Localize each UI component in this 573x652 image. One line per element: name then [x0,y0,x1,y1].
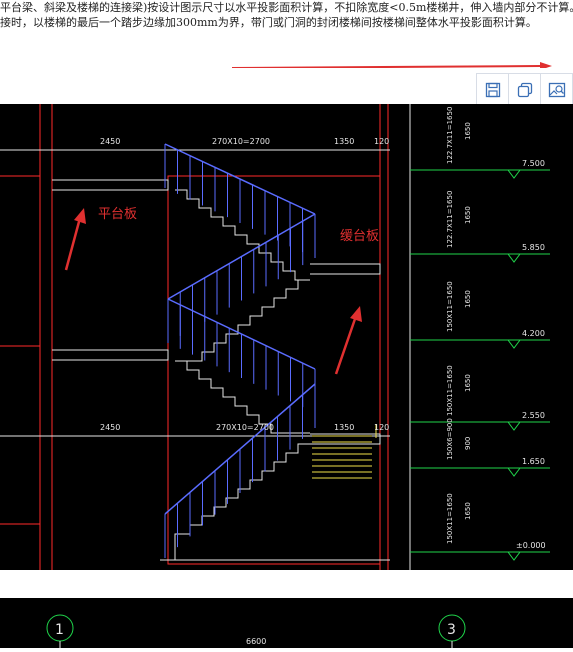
elevation-4: 2.550 [522,411,545,420]
copy-icon [517,82,532,97]
dimension-texts-top: 2450 270X10=2700 1350 120 [100,137,389,146]
vdim-4: 1650 [464,206,472,224]
dim-mid-1: 2450 [100,423,120,432]
label-platform-slab: 平台板 [98,207,137,222]
vertical-dimensions: 122.7X11=1650 1650 122.7X11=1650 1650 15… [446,107,472,544]
image-toolbar [476,73,573,107]
stair-section-drawing: 2450 270X10=2700 1350 120 2450 270X10=27… [0,104,573,570]
vdim-5: 150X11=1650 [446,281,454,332]
label-landing-slab: 缓台板 [340,229,379,244]
save-icon [485,82,500,97]
vdim-3: 122.7X11=1650 [446,191,454,248]
elevation-labels: 7.500 5.850 4.200 2.550 1.650 ±0.000 [516,159,546,550]
elevation-6: ±0.000 [516,541,546,550]
separator [0,570,573,598]
vdim-1: 122.7X11=1650 [446,107,454,164]
elevation-1: 7.500 [522,159,545,168]
dim-mid-3: 1350 [334,423,354,432]
dim-top-3: 1350 [334,137,354,146]
stair-railings [164,143,316,558]
vdim-12: 1650 [464,502,472,520]
axis-label-1: 1 [55,622,64,638]
axis-label-3: 3 [447,622,456,638]
image-icon [548,82,565,97]
elevation-markers [410,169,550,561]
vdim-7: 150X11=1650 [446,365,454,416]
dim-top-4: 120 [374,137,389,146]
elevation-2: 5.850 [522,243,545,252]
wall-lines [0,104,389,570]
vdim-9: 150X6=900 [446,418,454,460]
dim-mid-2: 270X10=2700 [216,423,274,432]
image-search-button[interactable] [540,74,572,105]
vdim-10: 900 [464,437,472,450]
dimension-texts-mid: 2450 270X10=2700 1350 120 [100,423,389,432]
copy-button[interactable] [508,74,540,105]
dim-top-2: 270X10=2700 [212,137,270,146]
vdim-8: 1650 [464,374,472,392]
red-underline-annotation [231,62,552,68]
dim-mid-4: 120 [374,423,389,432]
save-button[interactable] [477,74,508,105]
yellow-steps [312,424,377,479]
plan-dimension: 6600 [246,637,266,646]
stair-plan-drawing: 1 3 6600 [0,598,573,648]
vdim-11: 150X11=1650 [446,493,454,544]
vdim-2: 1650 [464,122,472,140]
instruction-text: 平台梁、斜梁及楼梯的连接梁)按设计图示尺寸以水平投影面积计算，不扣除宽度<0.5… [0,0,573,68]
elevation-5: 1.650 [522,457,545,466]
dim-top-1: 2450 [100,137,120,146]
vdim-6: 1650 [464,290,472,308]
elevation-3: 4.200 [522,329,545,338]
